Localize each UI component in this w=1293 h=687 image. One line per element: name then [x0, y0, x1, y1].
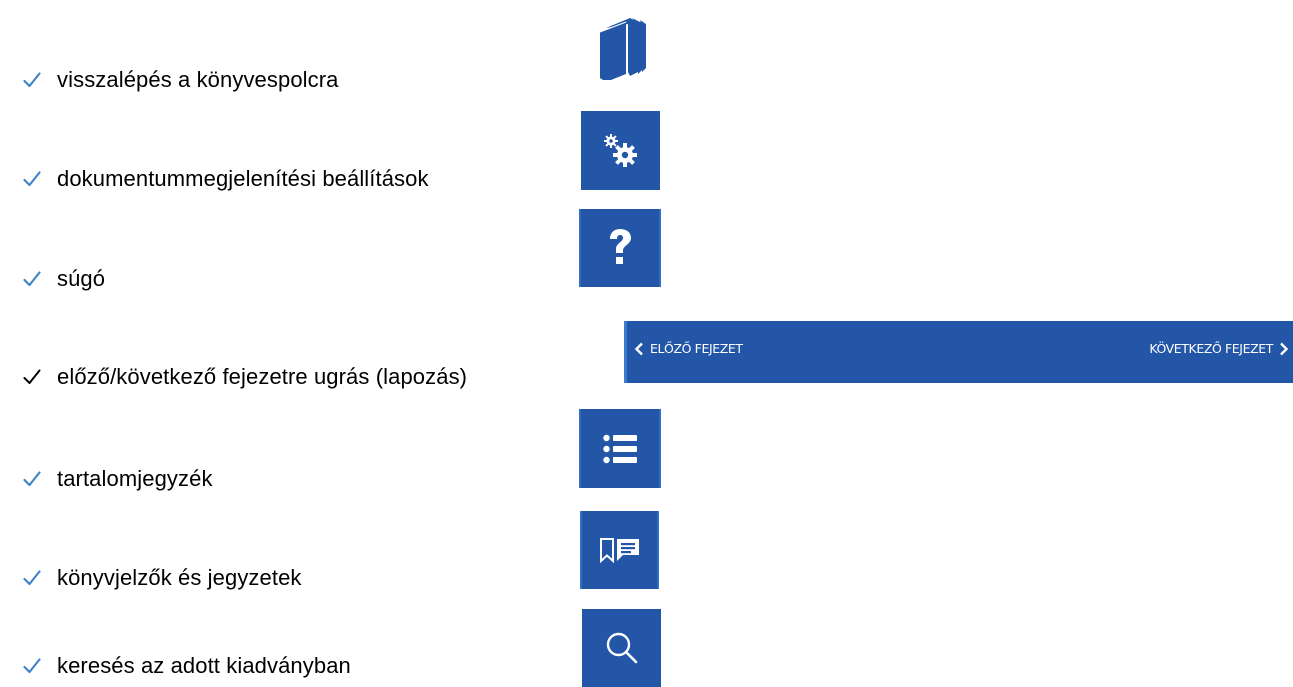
checkmark-icon	[21, 168, 43, 190]
prev-chapter-label: ELŐZŐ FEJEZET	[650, 341, 743, 356]
search-button[interactable]	[582, 609, 661, 687]
next-chapter-button[interactable]: KÖVETKEZŐ FEJEZET	[1149, 341, 1289, 356]
question-icon	[610, 229, 631, 264]
item-label: könyvjelzők és jegyzetek	[57, 565, 302, 590]
checkmark-icon	[21, 268, 43, 290]
item-label: visszalépés a könyvespolcra	[57, 67, 339, 92]
checkmark-icon	[21, 655, 43, 677]
item-label: előző/következő fejezetre ugrás (lapozás…	[57, 364, 468, 389]
books-icon	[599, 18, 646, 82]
prev-chapter-button[interactable]: ELŐZŐ FEJEZET	[634, 341, 743, 356]
bookmark-note-icon	[599, 538, 639, 563]
chevron-right-icon	[1280, 342, 1289, 355]
item-label: keresés az adott kiadványban	[57, 653, 351, 678]
item-label: dokumentummegjelenítési beállítások	[57, 166, 429, 191]
item-label: tartalomjegyzék	[57, 466, 213, 491]
checkmark-icon	[21, 69, 43, 91]
gears-icon	[603, 133, 637, 167]
checkmark-icon	[21, 468, 43, 490]
list-icon	[603, 434, 637, 463]
checkmark-icon	[21, 567, 43, 589]
bookshelf-button[interactable]	[596, 14, 658, 82]
bookmarks-notes-button[interactable]	[580, 511, 659, 589]
toc-button[interactable]	[579, 409, 661, 488]
display-settings-button[interactable]	[581, 111, 660, 190]
chevron-left-icon	[634, 342, 643, 355]
checkmark-icon	[21, 366, 43, 388]
next-chapter-label: KÖVETKEZŐ FEJEZET	[1149, 341, 1273, 356]
help-button[interactable]	[579, 209, 661, 287]
chapter-nav-bar: ELŐZŐ FEJEZET KÖVETKEZŐ FEJEZET	[624, 321, 1293, 383]
search-icon	[606, 632, 637, 664]
item-label: súgó	[57, 266, 106, 291]
